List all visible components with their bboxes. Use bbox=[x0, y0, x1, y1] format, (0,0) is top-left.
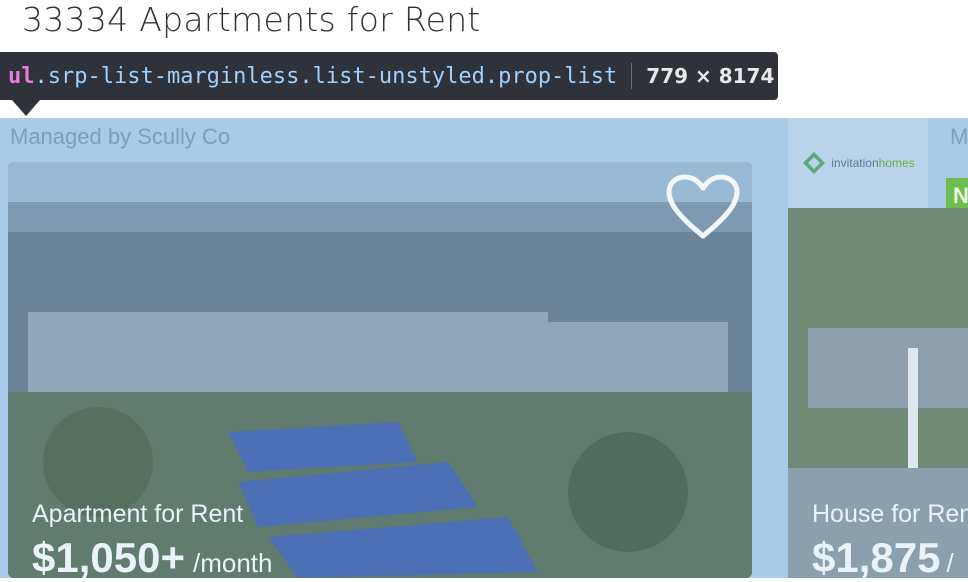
listing-card-2[interactable]: invitationhomes M N House for Ren $1,875… bbox=[788, 118, 968, 578]
listing-price: $1,050+ /month bbox=[32, 534, 273, 582]
listing-type: Apartment for Rent bbox=[32, 500, 244, 528]
listing-price-2: $1,875/ bbox=[812, 534, 954, 578]
inspector-divider bbox=[631, 63, 633, 89]
price-value-2: $1,875 bbox=[812, 534, 941, 578]
logo-text-part1: invitation bbox=[831, 156, 879, 170]
managed-by-label-2: M bbox=[950, 124, 968, 149]
inspector-tag: ul bbox=[8, 63, 35, 89]
listing-type-2: House for Ren bbox=[812, 500, 968, 528]
inspector-classes: .srp-list-marginless.list-unstyled.prop-… bbox=[34, 63, 618, 89]
company-logo: invitationhomes bbox=[788, 118, 928, 208]
tooltip-arrow bbox=[12, 100, 40, 116]
logo-text: invitationhomes bbox=[831, 156, 914, 170]
logo-text-part2: homes bbox=[878, 156, 915, 170]
heart-icon[interactable] bbox=[666, 174, 740, 240]
logo-mark-icon bbox=[803, 152, 826, 174]
managed-by-label: Managed by Scully Co bbox=[10, 124, 231, 149]
devtools-inspector-tooltip: ul .srp-list-marginless.list-unstyled.pro… bbox=[0, 52, 778, 100]
price-period: /month bbox=[193, 548, 273, 578]
inspector-dimensions: 779 × 8174 bbox=[646, 64, 775, 88]
page-title: 33334 Apartments for Rent bbox=[22, 0, 481, 39]
price-period-2: / bbox=[946, 548, 954, 578]
price-value: $1,050+ bbox=[32, 534, 185, 581]
